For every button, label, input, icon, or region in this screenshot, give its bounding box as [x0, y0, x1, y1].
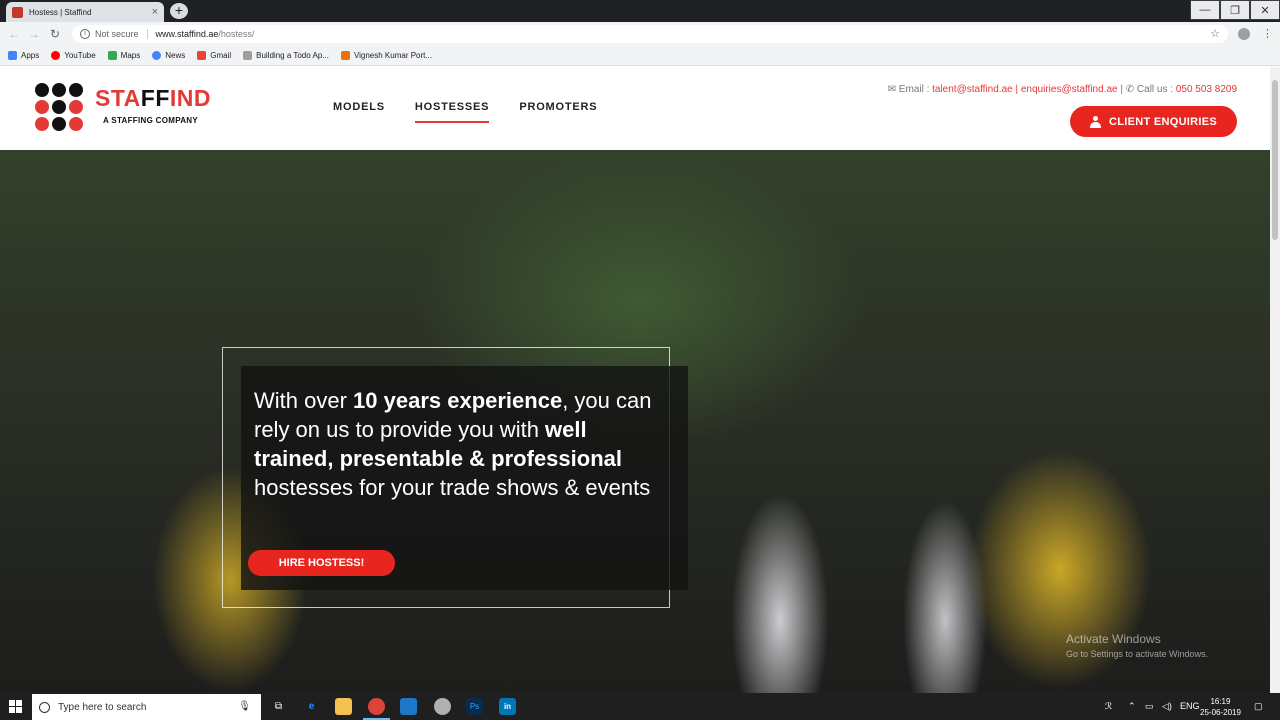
info-icon[interactable]: i — [80, 29, 90, 39]
omnibox-divider — [146, 29, 148, 39]
bookmark-gmail[interactable]: Gmail — [197, 51, 231, 60]
linkedin-icon[interactable]: in — [499, 698, 516, 715]
contact-info: ✉ Email : talent@staffind.ae | enquiries… — [888, 84, 1237, 95]
url-host: www.staffind.ae — [155, 29, 219, 39]
youtube-icon — [51, 51, 61, 60]
bookmark-label: Building a Todo Ap... — [256, 51, 329, 60]
profile-avatar[interactable] — [1238, 28, 1250, 40]
nav-models[interactable]: MODELS — [333, 101, 385, 113]
phone-icon: ✆ — [1125, 84, 1135, 95]
bookmark-todo[interactable]: Building a Todo Ap... — [243, 51, 329, 60]
bookmark-maps[interactable]: Maps — [107, 51, 141, 60]
hero-headline: With over 10 years experience, you can r… — [254, 388, 652, 500]
app-icon[interactable] — [434, 698, 451, 715]
nav-promoters[interactable]: PROMOTERS — [519, 101, 597, 113]
language-indicator[interactable]: ENG — [1180, 701, 1200, 711]
clock-date: 25-06-2019 — [1200, 708, 1241, 717]
watermark-title: Activate Windows — [1066, 632, 1161, 646]
bookmark-star-icon[interactable]: ☆ — [1210, 27, 1220, 40]
logo-tagline: A STAFFING COMPANY — [103, 116, 199, 125]
browser-tab[interactable]: Hostess | Staffind × — [6, 2, 164, 22]
call-label: Call us : — [1136, 84, 1174, 95]
security-label: Not secure — [95, 29, 139, 39]
notifications-icon[interactable]: ▢ — [1254, 701, 1263, 712]
nav-hostesses[interactable]: HOSTESSES — [414, 101, 490, 123]
browser-tab-bar: Hostess | Staffind × + — ❐ ✕ — [0, 0, 1280, 22]
email-label: Email : — [898, 84, 930, 95]
site-header: STAFFIND A STAFFING COMPANY MODELS HOSTE… — [0, 67, 1270, 150]
file-explorer-icon[interactable] — [335, 698, 352, 715]
minimize-button[interactable]: — — [1190, 0, 1220, 20]
bookmark-youtube[interactable]: YouTube — [51, 51, 96, 60]
contact-divider: | — [1015, 84, 1019, 95]
hero-banner: With over 10 years experience, you can r… — [0, 150, 1270, 693]
bookmark-label: Maps — [120, 51, 141, 60]
envelope-icon: ✉ — [887, 84, 896, 95]
bookmark-label: News — [165, 51, 186, 60]
staffind-favicon-icon — [12, 6, 23, 18]
bookmarks-bar: Apps YouTube Maps News Gmail Building a … — [0, 46, 1280, 66]
tray-chevron-icon[interactable]: ⌃ — [1128, 701, 1136, 712]
bookmark-label: Vignesh Kumar Port... — [353, 51, 433, 60]
contact-divider: | — [1120, 84, 1123, 95]
hire-hostess-button[interactable]: HIRE HOSTESS! — [248, 550, 395, 576]
news-icon — [152, 51, 162, 60]
volume-icon[interactable]: ◁) — [1162, 701, 1172, 712]
windows-start-icon[interactable] — [9, 700, 22, 713]
clock-time: 16:19 — [1210, 697, 1231, 706]
menu-icon[interactable]: ⋮ — [1262, 27, 1273, 40]
main-nav: MODELS HOSTESSES PROMOTERS — [333, 101, 627, 123]
bookmark-news[interactable]: News — [152, 51, 185, 60]
portfolio-icon — [340, 51, 350, 60]
client-enquiries-button[interactable]: CLIENT ENQUIRIES — [1070, 106, 1237, 137]
chrome-icon[interactable] — [368, 698, 385, 715]
bookmark-label: Apps — [21, 51, 40, 60]
phone-link[interactable]: 050 503 8209 — [1176, 84, 1237, 95]
bookmark-apps[interactable]: Apps — [8, 51, 39, 60]
new-tab-button[interactable]: + — [170, 3, 188, 19]
address-bar[interactable]: i Not secure www.staffind.ae/hostess/ ☆ — [72, 25, 1228, 43]
windows-taskbar: Type here to search 🎙 ⧉ e Ps in ℛ ⌃ ▭ ◁)… — [0, 693, 1280, 720]
watermark-subtitle: Go to Settings to activate Windows. — [1066, 649, 1209, 659]
apps-grid-icon — [8, 51, 17, 60]
page-icon — [243, 51, 253, 60]
gmail-icon — [197, 51, 207, 60]
people-icon[interactable]: ℛ — [1105, 701, 1112, 712]
bookmark-label: YouTube — [64, 51, 96, 60]
bookmark-label: Gmail — [210, 51, 232, 60]
photoshop-icon[interactable]: Ps — [466, 698, 483, 715]
microphone-icon[interactable]: 🎙 — [238, 701, 251, 712]
url-path: /hostess/ — [218, 29, 255, 39]
email-talent-link[interactable]: talent@staffind.ae — [932, 84, 1013, 95]
tab-close-icon[interactable]: × — [152, 6, 158, 18]
cta-label: CLIENT ENQUIRIES — [1108, 115, 1218, 128]
activate-windows-watermark: Activate Windows Go to Settings to activ… — [1066, 632, 1208, 659]
search-placeholder: Type here to search — [58, 701, 147, 713]
bookmark-portfolio[interactable]: Vignesh Kumar Port... — [340, 51, 433, 60]
back-icon[interactable]: ← — [8, 27, 20, 41]
close-window-button[interactable]: ✕ — [1250, 0, 1280, 20]
edge-icon[interactable]: e — [303, 698, 320, 715]
logo-wordmark[interactable]: STAFFIND — [95, 85, 211, 112]
tab-title: Hostess | Staffind — [29, 7, 92, 17]
taskbar-search-input[interactable]: Type here to search 🎙 — [32, 694, 261, 720]
forward-icon[interactable]: → — [28, 27, 40, 41]
logo-dots-icon[interactable] — [35, 83, 83, 131]
browser-toolbar: ← → ↻ i Not secure www.staffind.ae/hoste… — [0, 22, 1280, 46]
network-icon[interactable]: ▭ — [1145, 701, 1154, 712]
email-enquiries-link[interactable]: enquiries@staffind.ae — [1021, 84, 1118, 95]
vscode-icon[interactable] — [400, 698, 417, 715]
task-view-icon[interactable]: ⧉ — [270, 698, 287, 715]
taskbar-clock[interactable]: 16:19 25-06-2019 — [1200, 696, 1241, 718]
maximize-button[interactable]: ❐ — [1220, 0, 1250, 20]
cortana-icon — [39, 701, 50, 713]
scrollbar-thumb[interactable] — [1272, 80, 1278, 240]
user-icon — [1089, 115, 1101, 128]
maps-icon — [107, 51, 117, 60]
reload-icon[interactable]: ↻ — [50, 27, 60, 41]
